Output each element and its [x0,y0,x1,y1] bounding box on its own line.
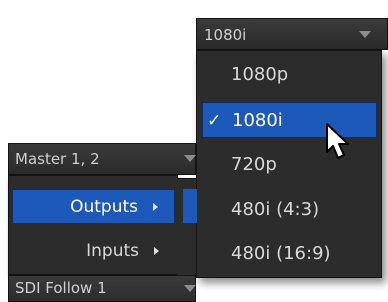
outputs-submenu [177,178,197,276]
menu-item-480i-16-9[interactable]: 480i (16:9) [202,236,377,272]
menu-item-label: 720p [231,154,277,175]
submenu-arrow-icon [153,203,158,211]
master-dropdown[interactable]: Master 1, 2 [8,143,196,175]
submenu-highlight [183,189,197,223]
master-dropdown-value: Master 1, 2 [15,150,100,168]
chevron-down-icon [184,285,196,292]
menu-item-inputs[interactable]: Inputs [12,234,175,269]
resolution-dropdown[interactable]: 1080i [196,18,388,50]
menu-item-outputs[interactable]: Outputs [12,189,175,224]
mouse-cursor-icon [326,123,349,159]
menu-item-label: 1080p [231,64,289,85]
menu-item-label: 480i (16:9) [231,243,331,264]
menu-item-label: Outputs [70,197,138,217]
menu-item-label: 480i (4:3) [231,199,320,220]
chevron-down-icon [184,155,196,162]
master-menu: Outputs Inputs [8,175,178,275]
menu-item-1080p[interactable]: 1080p [202,57,377,93]
sdi-follow-dropdown[interactable]: SDI Follow 1 [8,275,196,302]
checkmark-icon: ✓ [207,111,222,131]
menu-item-480i-4-3[interactable]: 480i (4:3) [202,192,377,228]
resolution-dropdown-value: 1080i [204,26,247,44]
menu-item-label: 1080i [232,110,283,131]
chevron-down-icon [359,31,371,38]
submenu-arrow-icon [154,247,159,255]
sdi-follow-value: SDI Follow 1 [15,279,107,297]
menu-item-label: Inputs [86,241,139,261]
